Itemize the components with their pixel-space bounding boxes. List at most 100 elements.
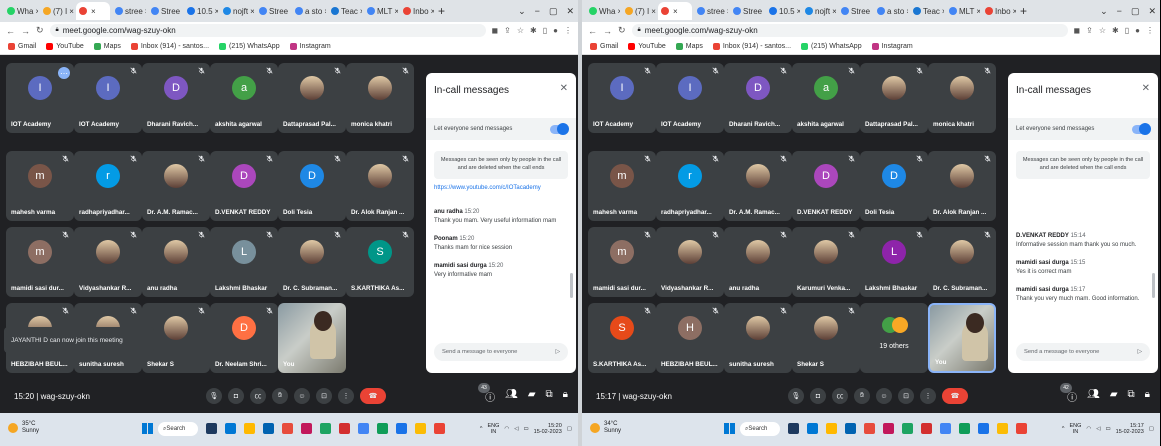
participant-tile[interactable]: L Lakshmi Bhaskar <box>860 227 928 297</box>
close-tab-icon[interactable]: × <box>394 7 398 16</box>
url-input[interactable]: 🔒︎ meet.google.com/wag-szuy-okn <box>49 24 486 37</box>
menu-icon[interactable]: ⋮ <box>1146 26 1154 35</box>
host-controls-icon[interactable]: 🔒︎ <box>563 389 568 404</box>
volume-icon[interactable]: ◁ <box>514 426 518 432</box>
captions-icon[interactable]: ㏄ <box>832 388 848 404</box>
close-icon[interactable]: ✕ <box>1142 83 1150 94</box>
forward-icon[interactable]: → <box>21 26 30 36</box>
taskbar-app-icon[interactable] <box>997 423 1008 434</box>
chat-scrollbar[interactable] <box>570 273 573 298</box>
browser-tab[interactable]: MLT × <box>364 2 398 20</box>
participant-tile[interactable]: S S.KARTHIKA As... <box>588 303 656 373</box>
close-tab-icon[interactable]: × <box>35 7 38 16</box>
participant-tile[interactable]: a akshita agarwal <box>792 63 860 133</box>
participant-tile[interactable]: S S.KARTHIKA As... <box>346 227 414 297</box>
weather-widget[interactable]: 35°C Sunny <box>8 421 39 434</box>
participant-tile[interactable]: Shekar S <box>792 303 860 373</box>
extensions-icon[interactable]: ✱ <box>530 26 537 35</box>
back-icon[interactable]: ← <box>588 26 597 36</box>
browser-tab[interactable]: MLT × <box>946 2 980 20</box>
taskbar-app-icon[interactable] <box>415 423 426 434</box>
browser-tab[interactable]: 10.5 × <box>766 2 800 20</box>
taskbar-search[interactable]: ⌕ Search <box>740 422 780 436</box>
reload-icon[interactable]: ↻ <box>618 25 626 36</box>
send-messages-toggle[interactable] <box>550 122 569 135</box>
participant-tile[interactable]: D Doli Tesia <box>278 151 346 221</box>
more-options-icon[interactable]: ⋯ <box>58 67 70 79</box>
bookmark-item[interactable]: Maps <box>93 43 121 50</box>
participant-tile[interactable]: Karumuri Venka... <box>792 227 860 297</box>
close-tab-icon[interactable]: × <box>360 7 362 16</box>
message-link[interactable]: https://www.youtube.com/c/IOTacademy <box>434 185 568 191</box>
tray-overflow-icon[interactable]: ^ <box>480 426 483 432</box>
participant-tile[interactable]: Dattaprasad Pal... <box>278 63 346 133</box>
taskbar-app-icon[interactable] <box>807 423 818 434</box>
new-tab-icon[interactable]: + <box>438 4 445 18</box>
taskbar-app-icon[interactable] <box>940 423 951 434</box>
star-icon[interactable]: ☆ <box>1099 26 1106 35</box>
taskbar-app-icon[interactable] <box>788 423 799 434</box>
volume-icon[interactable]: ◁ <box>1096 426 1100 432</box>
close-tab-icon[interactable]: × <box>942 7 944 16</box>
participant-tile[interactable]: Dr. C. Subraman... <box>928 227 996 297</box>
self-video-tile[interactable]: You <box>278 303 346 373</box>
participant-tile[interactable]: r radhapriyadhar... <box>74 151 142 221</box>
message-input[interactable]: Send a message to everyone ▷ <box>434 343 568 361</box>
message-input[interactable]: Send a message to everyone ▷ <box>1016 343 1150 361</box>
participant-tile[interactable]: I ⋯ IOT Academy <box>6 63 74 133</box>
browser-tab[interactable]: Wha × <box>586 2 620 20</box>
browser-tab[interactable]: stree× <box>112 2 146 20</box>
activities-icon[interactable]: ⧉ <box>1128 389 1135 404</box>
taskbar-app-icon[interactable] <box>434 423 445 434</box>
bookmark-item[interactable]: YouTube <box>628 43 666 50</box>
taskbar-app-icon[interactable] <box>1016 423 1027 434</box>
bookmark-item[interactable]: Inbox (914) - santos... <box>130 43 209 50</box>
bookmark-item[interactable]: (215) WhatsApp <box>801 43 862 50</box>
participant-tile[interactable]: I IOT Academy <box>588 63 656 133</box>
self-video-tile[interactable]: You <box>928 303 996 373</box>
browser-tab[interactable]: (7) I × <box>622 2 656 20</box>
close-tab-icon[interactable]: × <box>976 7 980 16</box>
close-window-icon[interactable]: ✕ <box>1148 6 1156 17</box>
chat-icon[interactable]: ▰ <box>528 389 536 404</box>
participant-tile[interactable]: monica khatri <box>346 63 414 133</box>
people-icon[interactable]: 👥︎ <box>1087 389 1100 404</box>
browser-tab[interactable]: Inbo × <box>982 2 1016 20</box>
battery-icon[interactable]: ▭ <box>1105 426 1110 432</box>
participant-tile[interactable]: Dattaprasad Pal... <box>860 63 928 133</box>
participant-tile[interactable]: a akshita agarwal <box>210 63 278 133</box>
browser-tab[interactable]: (7) I × <box>40 2 74 20</box>
star-icon[interactable]: ☆ <box>517 26 524 35</box>
profile-icon[interactable]: ● <box>1135 26 1140 35</box>
host-controls-icon[interactable]: 🔒︎ <box>1145 389 1150 404</box>
chat-scrollbar[interactable] <box>1152 273 1155 298</box>
close-tab-icon[interactable]: × <box>727 7 728 16</box>
present-icon[interactable]: ⊡ <box>316 388 332 404</box>
taskbar-app-icon[interactable] <box>978 423 989 434</box>
participant-tile[interactable]: I IOT Academy <box>656 63 724 133</box>
participant-tile[interactable]: Dr. A.M. Ramac... <box>724 151 792 221</box>
taskbar-app-icon[interactable] <box>244 423 255 434</box>
browser-tab[interactable]: Stree× <box>148 2 182 20</box>
browser-tab[interactable]: Stree× <box>256 2 290 20</box>
close-tab-icon[interactable]: × <box>250 7 254 16</box>
browser-tab[interactable]: × <box>658 2 692 20</box>
taskbar-app-icon[interactable] <box>358 423 369 434</box>
browser-tab[interactable]: Stree× <box>838 2 872 20</box>
camera-icon[interactable]: ◼ <box>1074 26 1081 35</box>
close-tab-icon[interactable]: × <box>617 7 620 16</box>
end-call-icon[interactable]: ☎ <box>942 388 968 404</box>
weather-widget[interactable]: 34°C Sunny <box>590 421 621 434</box>
captions-icon[interactable]: ㏄ <box>250 388 266 404</box>
bookmark-item[interactable]: Maps <box>675 43 703 50</box>
taskbar-app-icon[interactable] <box>263 423 274 434</box>
participant-tile[interactable]: D Dharani Ravich... <box>724 63 792 133</box>
maximize-icon[interactable]: ▢ <box>1131 6 1140 17</box>
present-icon[interactable]: ⊡ <box>898 388 914 404</box>
more-options-icon[interactable]: ⋮ <box>920 388 936 404</box>
browser-tab[interactable]: 10.5 × <box>184 2 218 20</box>
browser-tab[interactable]: nojft × <box>802 2 836 20</box>
close-tab-icon[interactable]: × <box>431 7 434 16</box>
forward-icon[interactable]: → <box>603 26 612 36</box>
bookmark-item[interactable]: Instagram <box>871 43 913 50</box>
